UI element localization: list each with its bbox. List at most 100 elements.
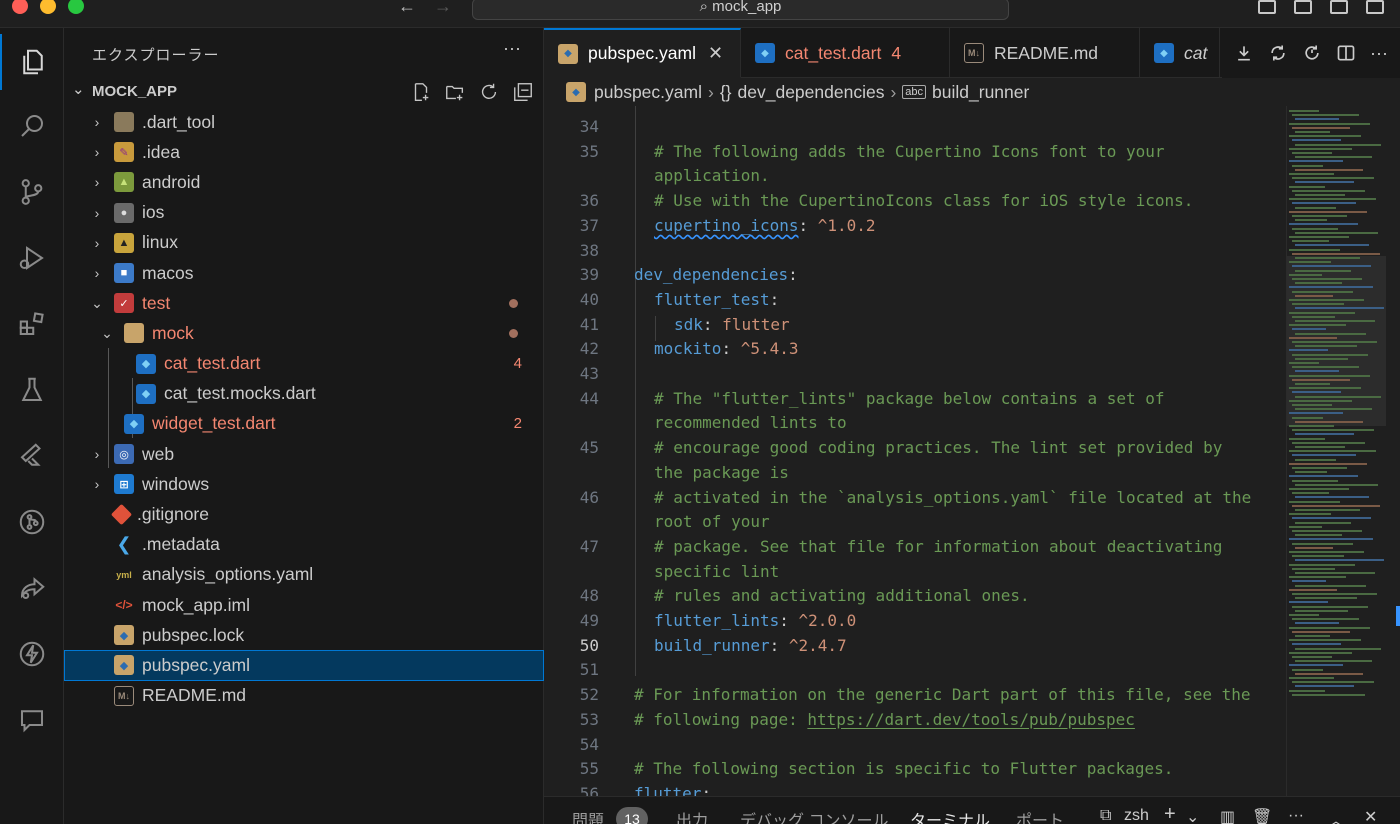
code-line[interactable]: 40 flutter_test:	[544, 288, 1286, 313]
code-line[interactable]: 34	[544, 115, 1286, 140]
tree-item-windows[interactable]: › ⊞ windows	[64, 469, 544, 499]
sync-icon[interactable]	[1268, 43, 1288, 63]
code-line[interactable]: 46 # activated in the `analysis_options.y…	[544, 486, 1286, 511]
code-line[interactable]: 38	[544, 239, 1286, 264]
tree-item-pubspec-lock[interactable]: ◆ pubspec.lock	[64, 620, 544, 650]
trash-icon[interactable]: 🗑	[1252, 807, 1272, 824]
tree-item-test[interactable]: ⌄ ✓ test	[64, 288, 544, 318]
tree-item-widget-test-dart[interactable]: ◆ widget_test.dart 2	[64, 409, 544, 439]
minimap[interactable]	[1286, 106, 1386, 796]
code-editor[interactable]: 34 35 # The following adds the Cupertino I…	[544, 106, 1286, 796]
toggle-panel-icon[interactable]	[1294, 0, 1312, 14]
tree-item-ios[interactable]: › ● ios	[64, 198, 544, 228]
collapse-all-icon[interactable]	[512, 81, 534, 103]
code-line[interactable]: root of your	[544, 510, 1286, 535]
toggle-primary-sidebar-icon[interactable]	[1258, 0, 1276, 14]
tree-item-analysis-options[interactable]: yml analysis_options.yaml	[64, 560, 544, 590]
add-terminal-button[interactable]: +	[1164, 803, 1176, 824]
code-line[interactable]: 54	[544, 733, 1286, 758]
tree-item-mock[interactable]: ⌄ mock	[64, 318, 544, 348]
code-line[interactable]: 56 flutter:	[544, 782, 1286, 796]
code-line[interactable]: specific lint	[544, 560, 1286, 585]
command-center-search[interactable]: ⌕ mock_app	[472, 0, 1009, 20]
tree-item-idea[interactable]: › ✎ .idea	[64, 137, 544, 167]
source-control-icon[interactable]	[0, 164, 64, 220]
tree-item-dart-tool[interactable]: › .dart_tool	[64, 107, 544, 137]
breadcrumb-file[interactable]: pubspec.yaml	[594, 82, 702, 103]
new-file-icon[interactable]	[410, 81, 432, 103]
code-line[interactable]: the package is	[544, 461, 1286, 486]
code-line[interactable]: 48 # rules and activating additional ones…	[544, 584, 1286, 609]
minimize-window-button[interactable]	[40, 0, 56, 14]
thunder-client-icon[interactable]	[0, 626, 64, 682]
split-editor-icon[interactable]	[1336, 43, 1356, 63]
more-actions-icon[interactable]: ···	[1370, 43, 1388, 64]
code-line[interactable]: recommended lints to	[544, 411, 1286, 436]
zoom-window-button[interactable]	[68, 0, 84, 14]
code-line[interactable]: 42 mockito: ^5.4.3	[544, 337, 1286, 362]
back-button[interactable]: ←	[398, 0, 416, 17]
close-panel-icon[interactable]: ✕	[1364, 807, 1377, 824]
terminal-shell-label[interactable]: zsh	[1124, 807, 1149, 824]
code-line[interactable]: 55 # The following section is specific to…	[544, 757, 1286, 782]
code-line[interactable]: 51	[544, 658, 1286, 683]
tree-item-cat-test-mocks-dart[interactable]: ◆ cat_test.mocks.dart	[64, 379, 544, 409]
flutter-icon[interactable]	[0, 428, 64, 484]
code-line[interactable]: 43	[544, 362, 1286, 387]
code-line[interactable]: 50 build_runner: ^2.4.7	[544, 634, 1286, 659]
code-line[interactable]: 52 # For information on the generic Dart …	[544, 683, 1286, 708]
tab-terminal[interactable]: ターミナル	[910, 807, 990, 824]
tab-ports[interactable]: ポート	[1016, 807, 1064, 824]
code-line[interactable]: 47 # package. See that file for informati…	[544, 535, 1286, 560]
tab-output[interactable]: 出力	[676, 807, 708, 824]
toggle-secondary-sidebar-icon[interactable]	[1330, 0, 1348, 14]
customize-layout-icon[interactable]	[1366, 0, 1384, 14]
tree-item-metadata[interactable]: ❮ .metadata	[64, 530, 544, 560]
forward-button[interactable]: →	[434, 0, 452, 17]
code-line[interactable]: 36 # Use with the CupertinoIcons class fo…	[544, 189, 1286, 214]
more-actions-icon[interactable]: ···	[503, 38, 521, 59]
code-line[interactable]: 39 dev_dependencies:	[544, 263, 1286, 288]
close-icon[interactable]: ✕	[708, 43, 723, 64]
tab-readme-md[interactable]: M↓ README.md	[950, 28, 1140, 78]
chevron-up-icon[interactable]: ︿	[1328, 807, 1344, 824]
code-line[interactable]: 41 sdk: flutter	[544, 313, 1286, 338]
code-link[interactable]: https://dart.dev/tools/pub/pubspec	[807, 710, 1135, 729]
more-actions-icon[interactable]: ···	[1288, 807, 1304, 824]
comments-icon[interactable]	[0, 692, 64, 748]
tree-item-gitignore[interactable]: .gitignore	[64, 499, 544, 529]
tree-item-mock-app-iml[interactable]: </> mock_app.iml	[64, 590, 544, 620]
code-line[interactable]: 53 # following page: https://dart.dev/too…	[544, 708, 1286, 733]
refresh-icon[interactable]	[478, 81, 500, 103]
vertical-scrollbar[interactable]	[1386, 106, 1400, 796]
new-folder-icon[interactable]	[444, 81, 466, 103]
tab-problems[interactable]: 問題	[572, 807, 604, 824]
split-terminal-icon[interactable]: ▥	[1220, 807, 1235, 824]
run-debug-icon[interactable]	[0, 230, 64, 286]
tab-cat-test-dart[interactable]: ◆ cat_test.dart 4	[741, 28, 950, 78]
breadcrumb-section[interactable]: dev_dependencies	[738, 82, 885, 103]
git-graph-icon[interactable]	[0, 494, 64, 550]
extensions-icon[interactable]	[0, 296, 64, 352]
tree-item-pubspec-yaml[interactable]: ◆ pubspec.yaml	[64, 650, 544, 681]
chevron-down-icon[interactable]: ⌄	[1186, 807, 1199, 824]
close-window-button[interactable]	[12, 0, 28, 14]
tree-item-web[interactable]: › ◎ web	[64, 439, 544, 469]
testing-icon[interactable]	[0, 362, 64, 418]
live-share-icon[interactable]	[0, 560, 64, 616]
code-line[interactable]: 45 # encourage good coding practices. The…	[544, 436, 1286, 461]
tree-item-macos[interactable]: › ■ macos	[64, 258, 544, 288]
tree-item-readme[interactable]: M↓ README.md	[64, 681, 544, 711]
code-line[interactable]: 37 cupertino_icons: ^1.0.2	[544, 214, 1286, 239]
download-icon[interactable]	[1234, 43, 1254, 63]
code-line[interactable]: 35 # The following adds the Cupertino Ico…	[544, 140, 1286, 165]
search-icon[interactable]	[0, 98, 64, 154]
breadcrumb-item[interactable]: build_runner	[932, 82, 1029, 103]
tab-cat[interactable]: ◆ cat	[1140, 28, 1220, 78]
code-line[interactable]: application.	[544, 164, 1286, 189]
tree-item-android[interactable]: › ▲ android	[64, 167, 544, 197]
tree-item-linux[interactable]: › ▲ linux	[64, 228, 544, 258]
tab-pubspec-yaml[interactable]: ◆ pubspec.yaml ✕	[544, 28, 741, 78]
code-line[interactable]: 44 # The "flutter_lints" package below co…	[544, 387, 1286, 412]
project-header[interactable]: ⌄ MOCK_APP	[64, 78, 544, 106]
